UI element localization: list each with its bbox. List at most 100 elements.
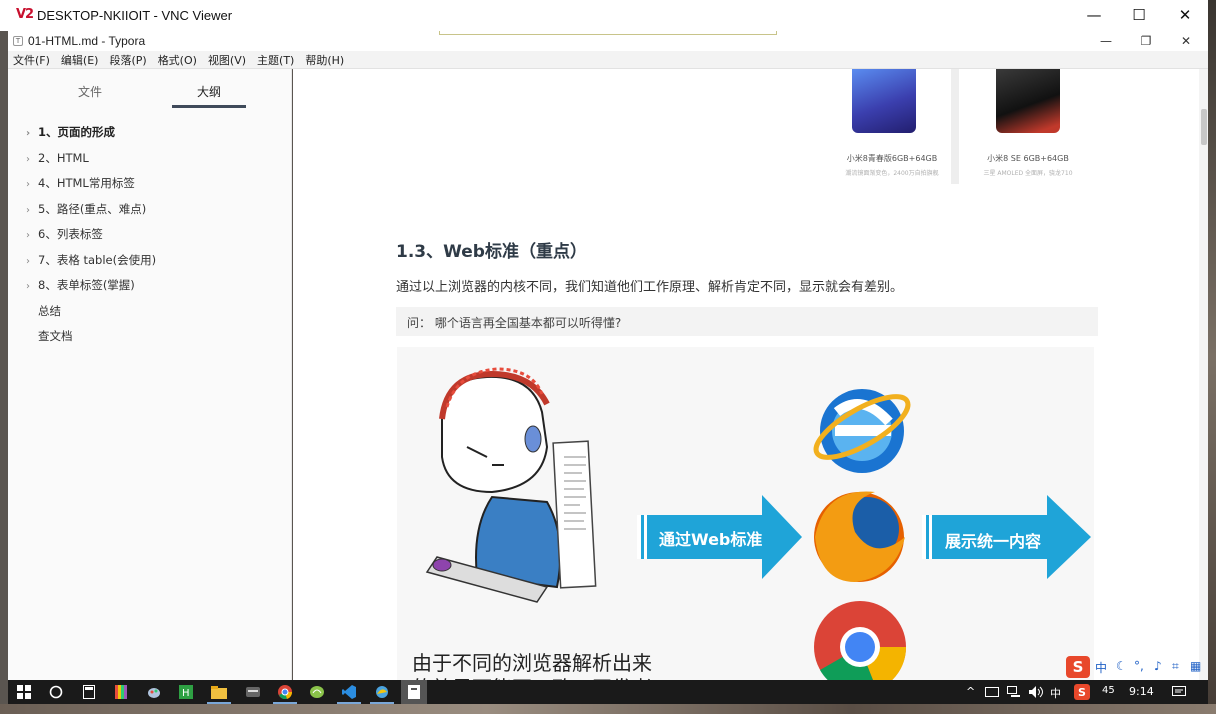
chrome-taskbar-icon[interactable] (277, 684, 293, 700)
outline-item[interactable]: › 2、HTML (26, 150, 89, 166)
desktop-background-bottom (0, 704, 1216, 714)
chevron-right-icon[interactable]: › (26, 179, 38, 190)
hbuilder-icon[interactable]: H (178, 684, 194, 700)
taskbar-clock[interactable]: 9:14 (1129, 685, 1154, 698)
chrome-icon (814, 601, 907, 680)
outline-item-label: 6、列表标签 (38, 227, 103, 241)
outline-item[interactable]: › 6、列表标签 (26, 226, 103, 242)
color-tool-icon[interactable] (114, 684, 130, 700)
phone-image (852, 69, 916, 133)
tray-overflow-button[interactable]: ^ (966, 685, 975, 698)
section-heading: 1.3、Web标准（重点） (396, 242, 587, 262)
outline-item-label: 8、表单标签(掌握) (38, 278, 135, 292)
active-app-indicator (207, 702, 231, 704)
menu-view[interactable]: 视图(V) (208, 52, 246, 68)
outline-item-label: 4、HTML常用标签 (38, 176, 135, 190)
product-card: 小米8 SE 6GB+64GB 三星 AMOLED 全面屏，骁龙710 (969, 69, 1087, 184)
chevron-right-icon[interactable]: › (26, 128, 38, 139)
outline-item-label: 5、路径(重点、难点) (38, 202, 147, 216)
blockquote: 问： 哪个语言再全国基本都可以听得懂? (396, 307, 1098, 336)
vscode-icon[interactable] (341, 684, 357, 700)
browser-tool-icon[interactable] (374, 684, 390, 700)
chevron-right-icon[interactable]: › (26, 205, 38, 216)
active-app-indicator (337, 702, 361, 704)
menu-paragraph[interactable]: 段落(P) (109, 52, 146, 68)
chevron-right-icon[interactable]: › (26, 281, 38, 292)
active-app-indicator (273, 702, 297, 704)
typora-restore-button[interactable]: ❐ (1126, 31, 1166, 51)
outline-item[interactable]: › 5、路径(重点、难点) (26, 201, 146, 217)
vnc-close-button[interactable]: ✕ (1162, 0, 1208, 30)
product-name: 小米8青春版6GB+64GB (846, 154, 938, 163)
windows-start-icon[interactable] (16, 684, 32, 700)
outline-item[interactable]: › 8、表单标签(掌握) (26, 277, 135, 293)
sidebar: 文件 大纲 › 1、页面的形成 › 2、HTML › 4、HTML常用标签 › 5、路径… (8, 69, 292, 680)
find-bar-outline[interactable] (439, 31, 777, 35)
media-player-icon[interactable] (245, 684, 261, 700)
chevron-right-icon[interactable]: › (26, 154, 38, 165)
product-card: 小米8青春版6GB+64GB 潮流镜面渐变色，2400万自拍旗舰 (833, 69, 951, 184)
grid-icon[interactable]: ▦ (1190, 659, 1201, 673)
sogou-tray-icon[interactable]: S (1074, 684, 1090, 700)
menu-edit[interactable]: 编辑(E) (61, 52, 99, 68)
menu-bar: 文件(F) 编辑(E) 段落(P) 格式(O) 视图(V) 主题(T) 帮助(H… (8, 51, 1208, 69)
paragraph: 通过以上浏览器的内核不同，我们知道他们工作原理、解析肯定不同，显示就会有差别。 (396, 280, 904, 295)
menu-file[interactable]: 文件(F) (13, 52, 50, 68)
editor-area[interactable]: 小米8青春版6GB+64GB 潮流镜面渐变色，2400万自拍旗舰 小米8 SE … (293, 69, 1199, 680)
typora-window-title: 01-HTML.md - Typora (28, 34, 146, 48)
volume-icon[interactable] (1028, 684, 1044, 700)
desktop-background (1208, 0, 1216, 714)
typora-app-icon: T (13, 36, 23, 46)
phone-image (996, 69, 1060, 133)
green-app-icon[interactable] (309, 684, 325, 700)
outline-item-label: 2、HTML (38, 151, 89, 165)
scrollbar-thumb[interactable] (1201, 109, 1207, 145)
product-divider (951, 69, 959, 184)
vnc-minimize-button[interactable]: — (1071, 0, 1117, 30)
chevron-right-icon[interactable]: › (26, 256, 38, 267)
microphone-icon[interactable]: ♪ (1154, 659, 1162, 673)
calculator-icon[interactable] (81, 684, 97, 700)
outline-item-label: 1、页面的形成 (38, 125, 116, 139)
tab-outline[interactable]: 大纲 (197, 83, 221, 100)
typora-taskbar-icon[interactable] (401, 680, 427, 704)
outline-item-docs[interactable]: 查文档 (38, 328, 73, 344)
file-explorer-icon[interactable] (211, 684, 227, 700)
firefox-icon (814, 491, 905, 582)
menu-help[interactable]: 帮助(H) (305, 52, 344, 68)
cortana-search-icon[interactable] (48, 684, 64, 700)
screen: V2 DESKTOP-NKIIOIT - VNC Viewer — ☐ ✕ T … (0, 0, 1216, 714)
illustration-graphic (425, 367, 1091, 680)
notification-center-icon[interactable] (1171, 684, 1187, 700)
outline-item-summary[interactable]: 总结 (38, 303, 61, 319)
punctuation-icon[interactable]: °, (1134, 659, 1144, 673)
crop-icon[interactable]: ⌗ (1172, 659, 1179, 674)
tray-badge-count[interactable]: 45 (1102, 685, 1115, 696)
keyboard-icon[interactable] (984, 684, 1000, 700)
illustration-caption-continued: 的效果可能不一致，开发者 (412, 672, 652, 680)
ime-toolbar[interactable]: S 中 ☾ °, ♪ ⌗ ▦ (1064, 656, 1208, 680)
internet-explorer-icon (813, 389, 911, 473)
ime-mode-toggle[interactable]: 中 (1095, 659, 1107, 676)
outline-item[interactable]: › 1、页面的形成 (26, 124, 115, 140)
network-icon[interactable] (1006, 684, 1022, 700)
menu-theme[interactable]: 主题(T) (257, 52, 294, 68)
typora-minimize-button[interactable]: — (1086, 31, 1126, 51)
vnc-maximize-button[interactable]: ☐ (1116, 0, 1162, 30)
paint-icon[interactable] (146, 684, 162, 700)
typora-close-button[interactable]: ✕ (1166, 31, 1206, 51)
taskbar: H ^ 中 S 45 9:14 (8, 680, 1208, 704)
menu-format[interactable]: 格式(O) (158, 52, 197, 68)
tab-files[interactable]: 文件 (78, 83, 102, 100)
chevron-right-icon[interactable]: › (26, 230, 38, 241)
vnc-logo-icon: V2 (16, 7, 34, 22)
typora-title-bar: T 01-HTML.md - Typora — ❐ ✕ (8, 31, 1208, 51)
product-subtitle: 潮流镜面渐变色，2400万自拍旗舰 (845, 170, 939, 177)
input-language-indicator[interactable]: 中 (1050, 685, 1061, 701)
outline-item[interactable]: › 7、表格 table(会使用) (26, 252, 156, 268)
vnc-window-title: DESKTOP-NKIIOIT - VNC Viewer (37, 8, 233, 23)
outline-item[interactable]: › 4、HTML常用标签 (26, 175, 135, 191)
sogou-ime-icon[interactable]: S (1066, 656, 1090, 678)
moon-icon[interactable]: ☾ (1116, 659, 1127, 673)
editor-scrollbar[interactable] (1199, 69, 1208, 680)
